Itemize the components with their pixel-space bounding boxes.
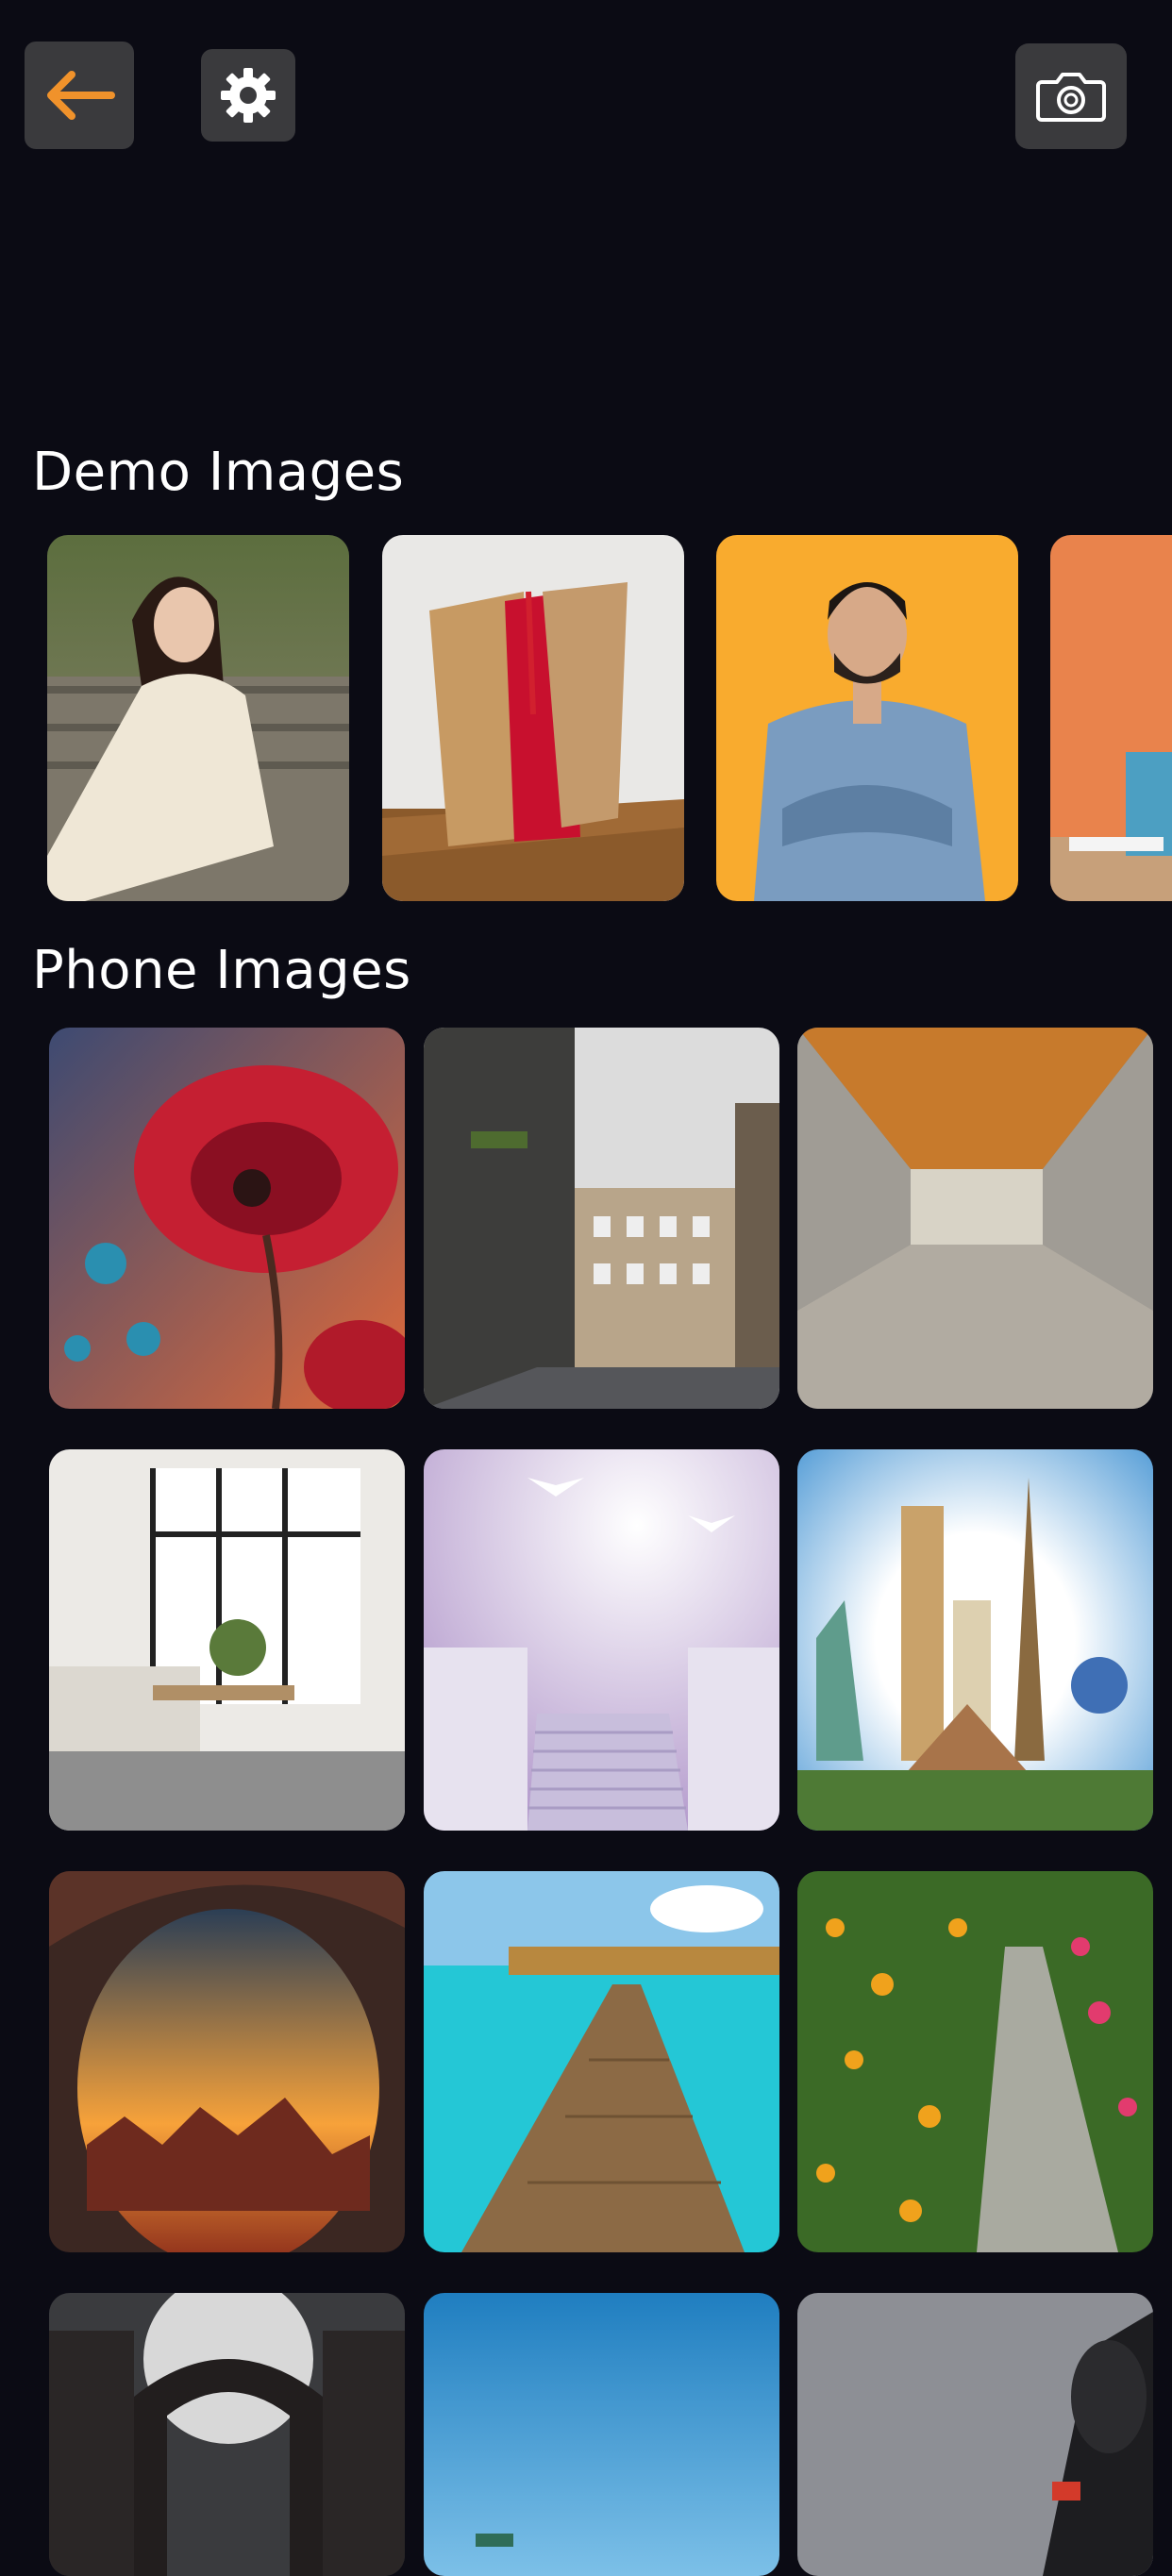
phone-images-title: Phone Images: [32, 940, 411, 1001]
blue-sky-coast: [424, 2293, 779, 2576]
city-street: [424, 1028, 779, 1409]
demo-image-books[interactable]: [382, 535, 684, 901]
gear-icon: [218, 65, 278, 125]
camera-button[interactable]: [1015, 43, 1127, 149]
demo-image-woman[interactable]: [47, 535, 349, 901]
world-landmarks: [797, 1449, 1153, 1831]
phone-image-pier[interactable]: [424, 1871, 779, 2252]
demo-images-title: Demo Images: [32, 442, 405, 503]
moon-stone-gate: [49, 2293, 405, 2576]
phone-image-hallway[interactable]: [797, 1028, 1153, 1409]
living-room: [49, 1449, 405, 1831]
red-flower-art: [49, 1028, 405, 1409]
wooden-pier-sea: [424, 1871, 779, 2252]
man-arms-crossed-photo: [716, 535, 1018, 901]
phone-image-street[interactable]: [424, 1028, 779, 1409]
heavenly-stairs-doves: [424, 1449, 779, 1831]
woman-sitting-photo: [47, 535, 349, 901]
phone-image-arch[interactable]: [49, 1871, 405, 2252]
empty-hallway: [797, 1028, 1153, 1409]
settings-button[interactable]: [201, 49, 295, 142]
phone-image-living-room[interactable]: [49, 1449, 405, 1831]
phone-image-moon-gate[interactable]: [49, 2293, 405, 2576]
camera-icon: [1036, 69, 1106, 124]
top-bar: [0, 0, 1172, 170]
microphone-gray: [797, 2293, 1153, 2576]
garden-path-flowers: [797, 1871, 1153, 2252]
desk-orange-wall-photo: [1050, 535, 1172, 901]
demo-image-man[interactable]: [716, 535, 1018, 901]
back-button[interactable]: [25, 42, 134, 149]
phone-image-garden[interactable]: [797, 1871, 1153, 2252]
phone-image-landmarks[interactable]: [797, 1449, 1153, 1831]
phone-image-flower[interactable]: [49, 1028, 405, 1409]
arrow-left-icon: [42, 67, 117, 124]
books-on-shelf-photo: [382, 535, 684, 901]
rock-arch-sunset: [49, 1871, 405, 2252]
phone-image-stairs[interactable]: [424, 1449, 779, 1831]
phone-image-sky[interactable]: [424, 2293, 779, 2576]
demo-image-desk[interactable]: [1050, 535, 1172, 901]
phone-image-mic[interactable]: [797, 2293, 1153, 2576]
